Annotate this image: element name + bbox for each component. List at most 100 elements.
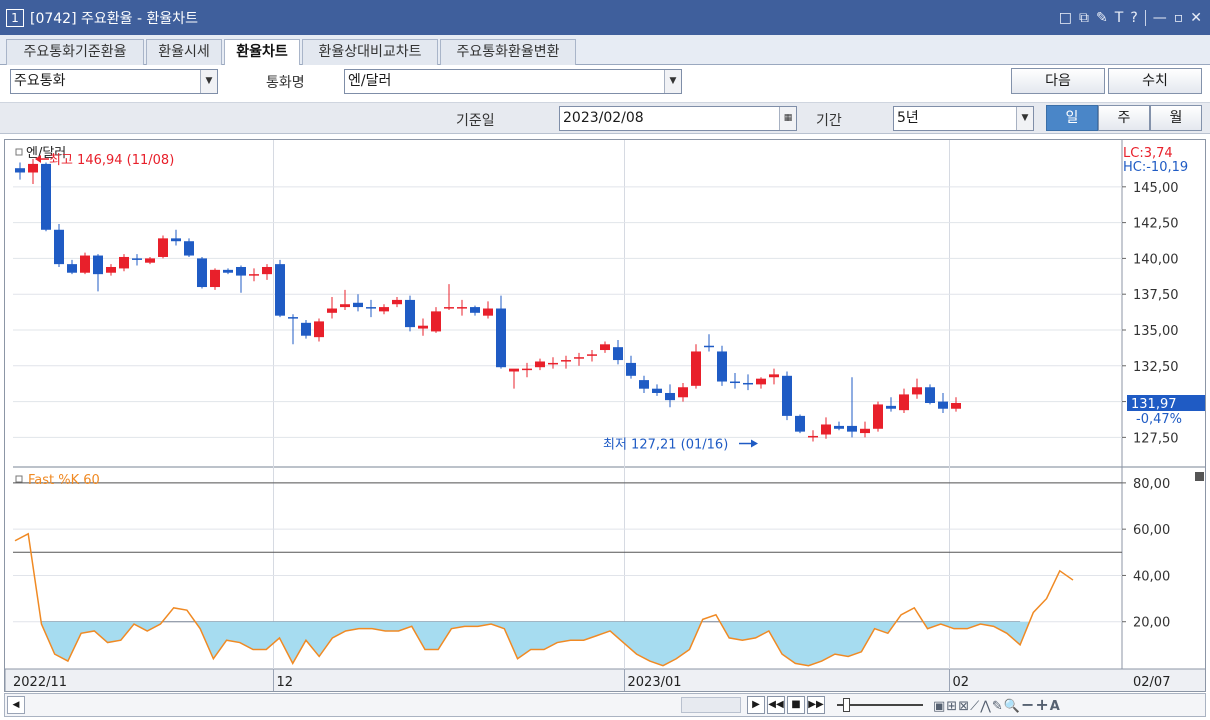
candle-body [613, 347, 623, 361]
trend-icon[interactable]: ⟋ [970, 699, 980, 714]
zoom-slider-handle[interactable] [843, 698, 850, 712]
help-icon[interactable]: ? [1130, 10, 1137, 26]
period-monthly-button[interactable]: 월 [1150, 105, 1202, 131]
x-tick-label: 02/07 [1133, 675, 1170, 690]
calendar-icon[interactable]: ▦ [779, 107, 796, 130]
zoom-in-icon[interactable]: + [1035, 695, 1049, 714]
candle-body [548, 362, 558, 365]
zoom-out-icon[interactable]: − [1021, 695, 1035, 714]
candle-body [431, 311, 441, 332]
arrow-left-icon[interactable]: ◀ [7, 696, 25, 714]
candle-body [470, 307, 480, 313]
candle-body [587, 354, 597, 356]
stochastic-fill-layer [41, 621, 1030, 666]
line-tool-icon[interactable]: ⋀ [980, 699, 992, 714]
panel-toggle-icon[interactable] [1195, 472, 1204, 481]
price-y-tick-label: 135,00 [1133, 324, 1179, 339]
candle-body [54, 229, 64, 265]
edit-icon[interactable]: ✎ [1096, 10, 1108, 26]
currency-group-select[interactable]: 주요통화 ▼ [10, 69, 218, 94]
lc-label: LC:3,74 [1123, 146, 1173, 161]
candle-body [340, 304, 350, 308]
currency-group-value: 주요통화 [14, 73, 66, 89]
fast-forward-icon[interactable]: ▶▶ [807, 696, 825, 714]
window-number: 1 [6, 8, 24, 27]
tab-relative-chart[interactable]: 환율상대비교차트 [302, 39, 438, 65]
layout-icon[interactable]: ▣ [933, 699, 946, 714]
draw-icon[interactable]: ✎ [992, 699, 1004, 714]
close-icon[interactable]: ✕ [1190, 10, 1202, 26]
title-bar: 1 [0742] 주요환율 - 환율차트 □ ⧉ ✎ T ? — ▫ ✕ [0, 0, 1210, 35]
candle-body [288, 317, 298, 319]
candle-body [886, 405, 896, 409]
price-y-tick-label: 132,50 [1133, 360, 1179, 375]
next-button[interactable]: 다음 [1011, 68, 1105, 94]
maximize-icon[interactable]: ▫ [1174, 10, 1184, 26]
period-value: 5년 [897, 110, 919, 126]
candle-body [652, 388, 662, 393]
tile-icon[interactable]: ⧉ [1079, 10, 1089, 26]
candle-body [743, 382, 753, 385]
period-weekly-button[interactable]: 주 [1098, 105, 1150, 131]
candle-body [730, 381, 740, 384]
window-icon[interactable]: ⊞ [946, 699, 958, 714]
candle-body [899, 394, 909, 411]
tab-rate-chart[interactable]: 환율차트 [224, 39, 300, 66]
currency-name-value: 엔/달러 [348, 73, 392, 89]
search-icon[interactable]: 🔍 [1004, 699, 1021, 714]
tab-converter[interactable]: 주요통화환율변환 [440, 39, 576, 65]
candle-body [327, 308, 337, 313]
stoch-y-tick-label: 60,00 [1133, 523, 1170, 538]
date-period-row: 기준일 2023/02/08 ▦ 기간 5년 ▼ 일 주 월 [0, 102, 1210, 134]
play-icon[interactable]: ▶ [747, 696, 765, 714]
last-value-label: 131,97 [1131, 397, 1177, 412]
candle-body [639, 380, 649, 389]
candle-body [691, 351, 701, 386]
candle-body [405, 299, 415, 328]
chart-scrollbar[interactable]: ◀ ▶ ◀◀ ■ ▶▶ ▣⊞⊠⟋⋀✎🔍−+A [4, 693, 1206, 717]
candle-body [704, 345, 714, 348]
rewind-icon[interactable]: ◀◀ [767, 696, 785, 714]
period-daily-button[interactable]: 일 [1046, 105, 1098, 131]
x-tick-label: 12 [277, 675, 294, 690]
low-annotation: 최저 127,21 (01/16) [603, 438, 728, 453]
candle-body [80, 255, 90, 273]
candle-body [782, 375, 792, 416]
candle-body [314, 321, 324, 338]
candle-body [665, 392, 675, 401]
hc-label: HC:-10,19 [1123, 160, 1188, 175]
candle-body [158, 238, 168, 257]
font-icon[interactable]: T [1115, 10, 1124, 26]
scroll-track[interactable] [681, 697, 741, 713]
candle-body [444, 307, 454, 309]
font-icon[interactable]: A [1050, 699, 1061, 714]
period-select[interactable]: 5년 ▼ [893, 106, 1034, 131]
title-bar-icons: □ ⧉ ✎ T ? — ▫ ✕ [1059, 0, 1202, 35]
candle-body [275, 264, 285, 316]
chart-type-icon[interactable]: ⊠ [958, 699, 970, 714]
candle-body [951, 403, 961, 409]
minimize-icon[interactable]: — [1153, 10, 1167, 26]
chevron-down-icon[interactable]: ▼ [664, 70, 681, 93]
candle-body [678, 387, 688, 398]
candle-body [834, 425, 844, 429]
chevron-down-icon[interactable]: ▼ [200, 70, 217, 93]
candle-body [28, 163, 38, 173]
tab-base-rates[interactable]: 주요통화기준환율 [6, 39, 144, 65]
candle-body [496, 308, 506, 368]
stop-icon[interactable]: ■ [787, 696, 805, 714]
candle-body [301, 322, 311, 336]
low-arrow-head [751, 439, 758, 448]
currency-name-select[interactable]: 엔/달러 ▼ [344, 69, 682, 94]
candle-body [821, 424, 831, 435]
price-y-tick-label: 137,50 [1133, 288, 1179, 303]
price-y-tick-label: 145,00 [1133, 181, 1179, 196]
tab-rate-quotes[interactable]: 환율시세 [146, 39, 222, 65]
chevron-down-icon[interactable]: ▼ [1016, 107, 1033, 130]
candle-body [418, 325, 428, 329]
restore-icon[interactable]: □ [1059, 10, 1072, 26]
values-button[interactable]: 수치 [1108, 68, 1202, 94]
tab-bar: 주요통화기준환율 환율시세 환율차트 환율상대비교차트 주요통화환율변환 [0, 35, 1210, 66]
price-panel-marker [15, 148, 23, 156]
base-date-input[interactable]: 2023/02/08 ▦ [559, 106, 797, 131]
